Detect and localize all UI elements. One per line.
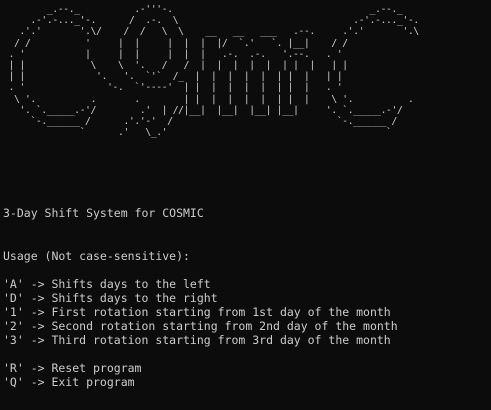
console-window[interactable]: _.--._ .-'''-. _.--._ .-'.-..._'-. / .-.…	[0, 0, 491, 410]
usage-line-a: 'A' -> Shifts days to the left	[3, 277, 211, 291]
usage-line-2: '2' -> Second rotation starting from 2nd…	[3, 319, 398, 333]
usage-line-3: '3' -> Third rotation starting from 3rd …	[3, 333, 391, 347]
usage-heading: Usage (Not case-sensitive):	[3, 249, 190, 263]
usage-line-q: 'Q' -> Exit program	[3, 375, 135, 389]
usage-line-r: 'R' -> Reset program	[3, 361, 142, 375]
ascii-banner: _.--._ .-'''-. _.--._ .-'.-..._'-. / .-.…	[8, 4, 419, 139]
usage-line-1: '1' -> First rotation starting from 1st …	[3, 305, 391, 319]
usage-line-d: 'D' -> Shifts days to the right	[3, 291, 218, 305]
program-title: 3-Day Shift System for COSMIC	[3, 206, 204, 220]
